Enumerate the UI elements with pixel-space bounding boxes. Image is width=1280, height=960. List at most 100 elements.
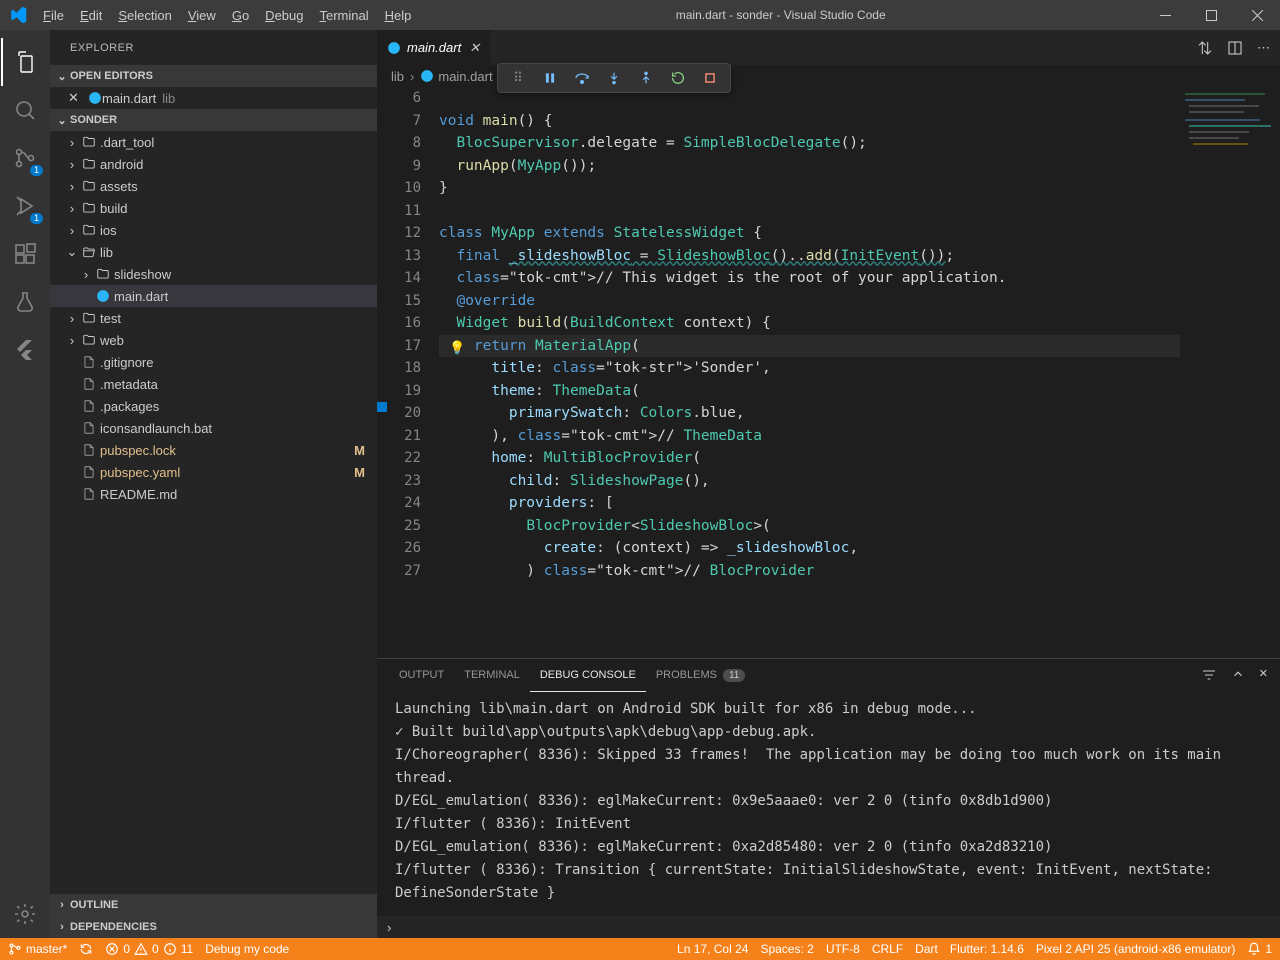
flutter-icon[interactable] bbox=[1, 326, 49, 374]
filter-icon[interactable] bbox=[1201, 667, 1217, 683]
tab-main-dart[interactable]: main.dart ✕ bbox=[377, 30, 491, 65]
panel-tab-output[interactable]: OUTPUT bbox=[389, 659, 454, 692]
window-title: main.dart - sonder - Visual Studio Code bbox=[419, 8, 1142, 22]
activity-bar: 1 1 bbox=[0, 30, 50, 938]
section-outline[interactable]: › OUTLINE bbox=[50, 894, 377, 916]
panel-close-icon[interactable]: ✕ bbox=[1259, 667, 1268, 683]
chevron-down-icon: ⌄ bbox=[54, 70, 70, 83]
compare-icon[interactable] bbox=[1197, 40, 1213, 56]
status-debug-config[interactable]: Debug my code bbox=[205, 938, 289, 960]
panel-tab-problems[interactable]: PROBLEMS11 bbox=[646, 659, 756, 692]
settings-gear-icon[interactable] bbox=[1, 890, 49, 938]
status-bar: master* 0 0 11 Debug my code Ln 17, Col … bbox=[0, 938, 1280, 960]
panel-tab-terminal[interactable]: TERMINAL bbox=[454, 659, 530, 692]
breadcrumb-folder[interactable]: lib bbox=[391, 69, 404, 84]
status-encoding[interactable]: UTF-8 bbox=[826, 938, 860, 960]
tree-item[interactable]: README.md bbox=[50, 483, 377, 505]
tree-item[interactable]: ›ios bbox=[50, 219, 377, 241]
tree-item[interactable]: pubspec.yamlM bbox=[50, 461, 377, 483]
stop-button[interactable] bbox=[696, 65, 724, 91]
debug-icon[interactable]: 1 bbox=[1, 182, 49, 230]
problems-count-badge: 11 bbox=[723, 669, 745, 682]
breakpoint-marker[interactable] bbox=[377, 402, 387, 412]
debug-toolbar[interactable]: ⠿ bbox=[497, 63, 731, 93]
menu-edit[interactable]: Edit bbox=[72, 0, 110, 30]
dart-file-icon bbox=[88, 91, 102, 105]
breadcrumb-file[interactable]: main.dart bbox=[420, 69, 492, 84]
tree-item[interactable]: .metadata bbox=[50, 373, 377, 395]
step-out-button[interactable] bbox=[632, 65, 660, 91]
explorer-icon[interactable] bbox=[1, 38, 49, 86]
titlebar: File Edit Selection View Go Debug Termin… bbox=[0, 0, 1280, 30]
split-editor-icon[interactable] bbox=[1227, 40, 1243, 56]
minimize-button[interactable] bbox=[1142, 0, 1188, 30]
tree-item[interactable]: ›assets bbox=[50, 175, 377, 197]
step-over-button[interactable] bbox=[568, 65, 596, 91]
status-problems[interactable]: 0 0 11 bbox=[105, 938, 193, 960]
tree-item[interactable]: ›web bbox=[50, 329, 377, 351]
tree-item[interactable]: ›android bbox=[50, 153, 377, 175]
menubar: File Edit Selection View Go Debug Termin… bbox=[35, 0, 419, 30]
menu-file[interactable]: File bbox=[35, 0, 72, 30]
section-dependencies[interactable]: › DEPENDENCIES bbox=[50, 916, 377, 938]
status-language[interactable]: Dart bbox=[915, 938, 938, 960]
status-notifications[interactable]: 1 bbox=[1247, 938, 1272, 960]
extensions-icon[interactable] bbox=[1, 230, 49, 278]
panel-maximize-icon[interactable] bbox=[1231, 667, 1245, 683]
editor-body[interactable]: 💡 67891011121314151617181920212223242526… bbox=[377, 87, 1280, 658]
panel-tab-debug-console[interactable]: DEBUG CONSOLE bbox=[530, 659, 646, 692]
tree-item[interactable]: iconsandlaunch.bat bbox=[50, 417, 377, 439]
minimap[interactable] bbox=[1180, 87, 1280, 658]
menu-go[interactable]: Go bbox=[224, 0, 257, 30]
menu-view[interactable]: View bbox=[180, 0, 224, 30]
code-content[interactable]: void main() { BlocSupervisor.delegate = … bbox=[439, 87, 1180, 658]
close-icon[interactable]: ✕ bbox=[469, 40, 480, 56]
tree-item[interactable]: ›test bbox=[50, 307, 377, 329]
status-eol[interactable]: CRLF bbox=[872, 938, 903, 960]
menu-debug[interactable]: Debug bbox=[257, 0, 311, 30]
editor-tabs: main.dart ✕ ⋯ bbox=[377, 30, 1280, 65]
maximize-button[interactable] bbox=[1188, 0, 1234, 30]
close-button[interactable] bbox=[1234, 0, 1280, 30]
status-indent[interactable]: Spaces: 2 bbox=[760, 938, 813, 960]
tree-item[interactable]: main.dart bbox=[50, 285, 377, 307]
menu-selection[interactable]: Selection bbox=[110, 0, 179, 30]
bottom-panel: OUTPUT TERMINAL DEBUG CONSOLE PROBLEMS11… bbox=[377, 658, 1280, 938]
debug-console-input[interactable]: › bbox=[377, 916, 1280, 938]
tree-item[interactable]: ›slideshow bbox=[50, 263, 377, 285]
restart-button[interactable] bbox=[664, 65, 692, 91]
status-sync[interactable] bbox=[79, 938, 93, 960]
more-icon[interactable]: ⋯ bbox=[1257, 40, 1270, 56]
status-branch[interactable]: master* bbox=[8, 938, 67, 960]
tree-item[interactable]: .packages bbox=[50, 395, 377, 417]
open-editor-folder: lib bbox=[162, 91, 175, 106]
source-control-icon[interactable]: 1 bbox=[1, 134, 49, 182]
tree-item[interactable]: ›build bbox=[50, 197, 377, 219]
debug-console-output[interactable]: Launching lib\main.dart on Android SDK b… bbox=[377, 692, 1280, 916]
section-project[interactable]: ⌄ SONDER bbox=[50, 109, 377, 131]
debug-badge: 1 bbox=[30, 213, 43, 224]
step-into-button[interactable] bbox=[600, 65, 628, 91]
status-flutter[interactable]: Flutter: 1.14.6 bbox=[950, 938, 1024, 960]
tab-actions: ⋯ bbox=[1197, 30, 1280, 65]
sidebar-explorer: EXPLORER ⌄ OPEN EDITORS ✕ main.dart lib … bbox=[50, 30, 377, 938]
tree-item[interactable]: ⌄lib bbox=[50, 241, 377, 263]
editor-area: main.dart ✕ ⋯ ⠿ lib › main.dart › MyApp bbox=[377, 30, 1280, 938]
line-numbers: 6789101112131415161718192021222324252627 bbox=[377, 87, 439, 658]
status-device[interactable]: Pixel 2 API 25 (android-x86 emulator) bbox=[1036, 938, 1235, 960]
status-cursor-position[interactable]: Ln 17, Col 24 bbox=[677, 938, 748, 960]
open-editor-item[interactable]: ✕ main.dart lib bbox=[50, 87, 377, 109]
tree-item[interactable]: ›.dart_tool bbox=[50, 131, 377, 153]
explorer-title: EXPLORER bbox=[50, 30, 377, 65]
menu-terminal[interactable]: Terminal bbox=[311, 0, 376, 30]
testing-icon[interactable] bbox=[1, 278, 49, 326]
grip-icon[interactable]: ⠿ bbox=[504, 65, 532, 91]
tree-item[interactable]: pubspec.lockM bbox=[50, 439, 377, 461]
section-open-editors[interactable]: ⌄ OPEN EDITORS bbox=[50, 65, 377, 87]
menu-help[interactable]: Help bbox=[377, 0, 420, 30]
lightbulb-icon[interactable]: 💡 bbox=[449, 340, 465, 356]
pause-button[interactable] bbox=[536, 65, 564, 91]
search-icon[interactable] bbox=[1, 86, 49, 134]
close-icon[interactable]: ✕ bbox=[68, 90, 84, 106]
tree-item[interactable]: .gitignore bbox=[50, 351, 377, 373]
